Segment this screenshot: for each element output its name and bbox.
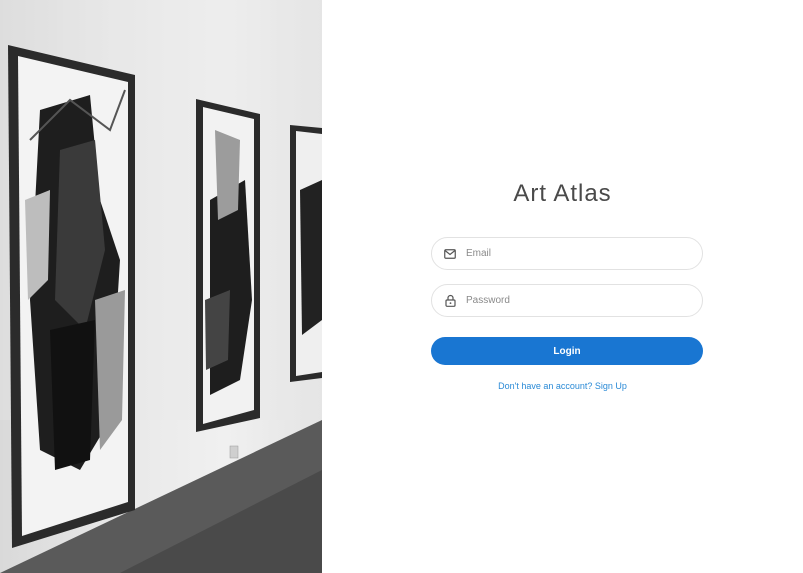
signup-link[interactable]: Don't have an account? Sign Up	[322, 381, 803, 391]
login-button[interactable]: Login	[431, 337, 703, 365]
gallery-artwork-illustration	[0, 0, 322, 573]
gallery-photo	[0, 0, 322, 573]
app-title: Art Atlas	[513, 180, 612, 207]
login-panel: Art Atlas Login Don't have an account? S…	[322, 0, 803, 573]
password-input[interactable]	[466, 295, 702, 306]
lock-icon	[443, 294, 457, 308]
password-field[interactable]	[431, 284, 703, 317]
email-input[interactable]	[466, 248, 702, 259]
envelope-icon	[443, 247, 457, 261]
email-field[interactable]	[431, 237, 703, 270]
